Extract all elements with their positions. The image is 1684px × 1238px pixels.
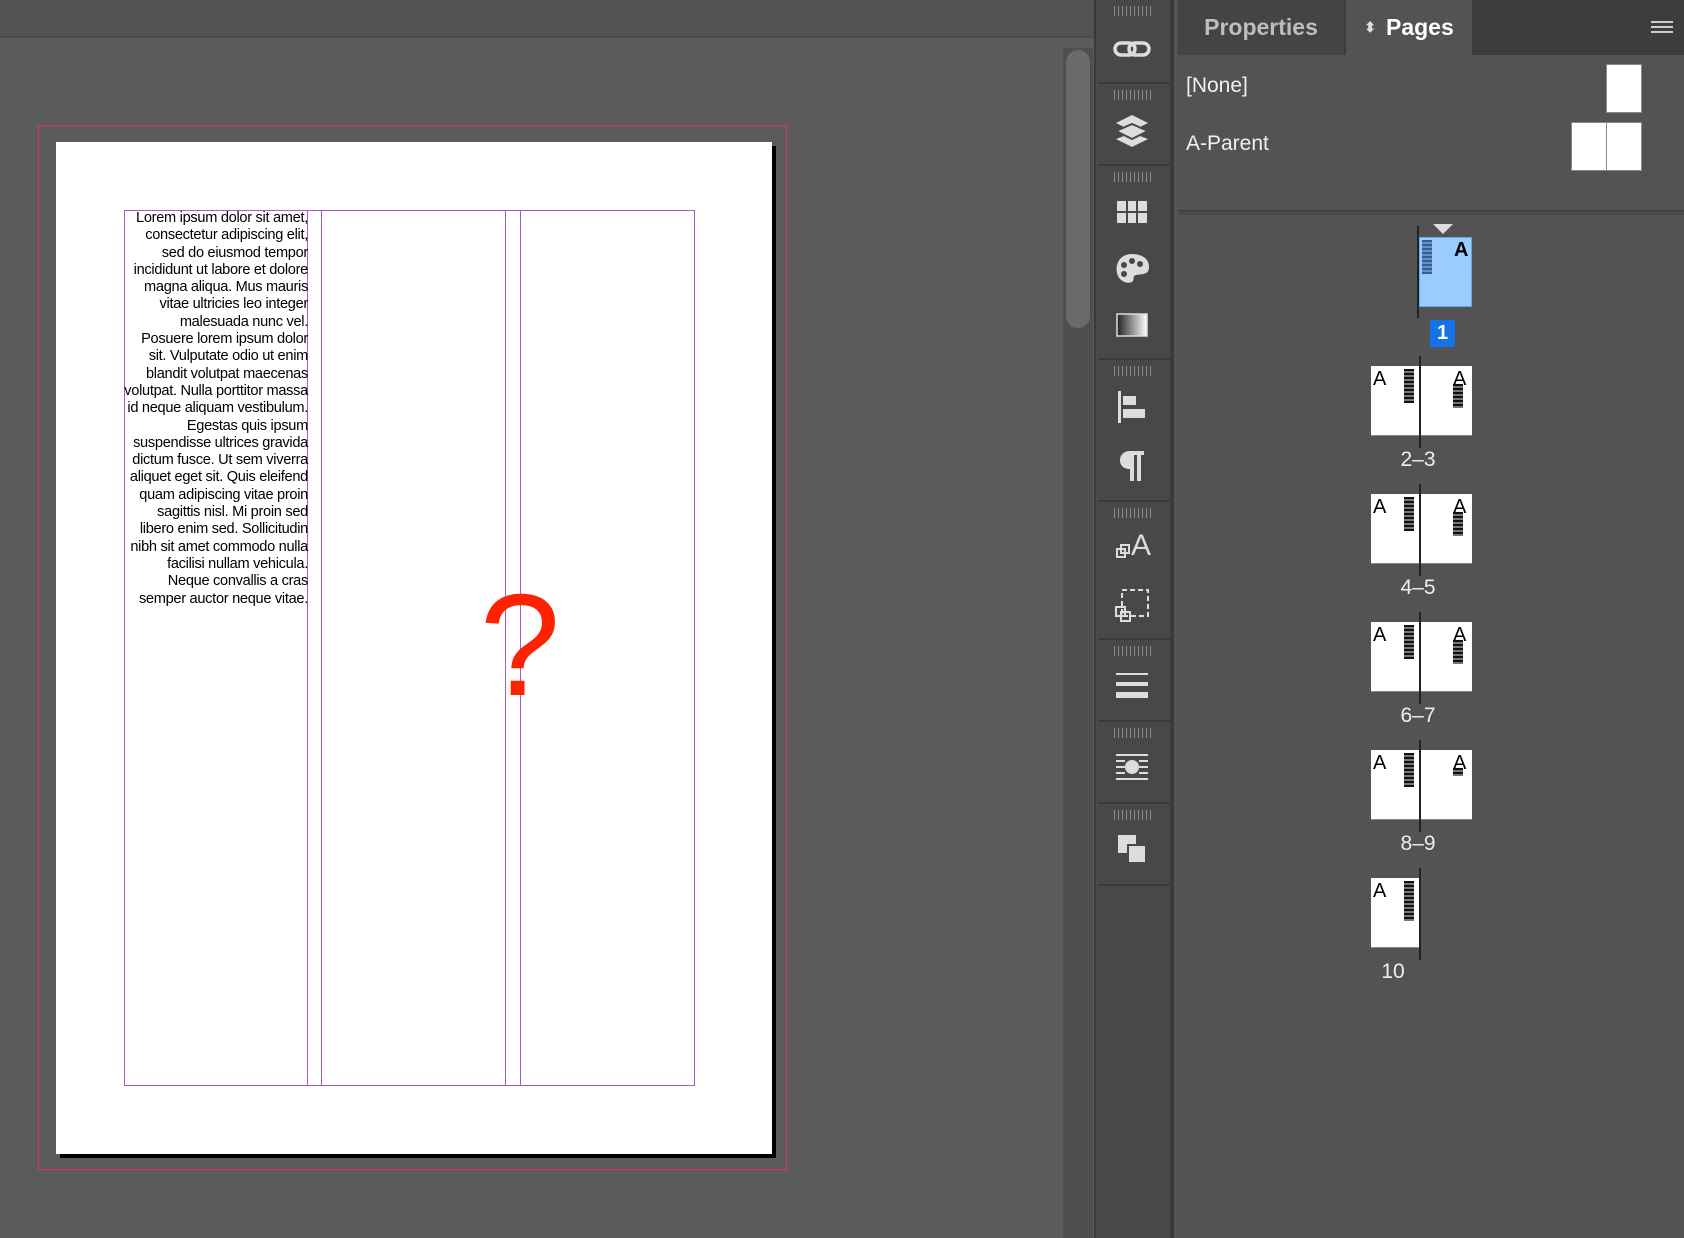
- tab-pages[interactable]: ⬍ Pages: [1346, 0, 1472, 55]
- pathfinder-icon[interactable]: [1096, 824, 1168, 874]
- parent-none-row[interactable]: [None]: [1178, 60, 1684, 116]
- question-mark-overlay: ?: [479, 564, 561, 726]
- spread-label: 8–9: [1400, 832, 1436, 855]
- spine-line: [1417, 226, 1419, 318]
- tab-properties[interactable]: Properties: [1178, 0, 1344, 55]
- grip-handle[interactable]: [1114, 810, 1154, 820]
- left-parent-letter: A: [1373, 752, 1387, 774]
- left-parent-letter: A: [1373, 368, 1387, 390]
- page-1-text-preview: [1422, 240, 1432, 274]
- paragraph-icon[interactable]: [1096, 440, 1168, 490]
- document-canvas[interactable]: Lorem ipsum dolor sit amet, consectetur …: [0, 0, 1094, 1238]
- parent-none-thumb: [1606, 64, 1642, 113]
- grip-handle[interactable]: [1114, 646, 1154, 656]
- grip-handle[interactable]: [1114, 172, 1154, 182]
- right-text-preview: [1453, 384, 1463, 408]
- updown-chevron-icon: ⬍: [1364, 19, 1376, 35]
- align-icon[interactable]: [1096, 382, 1168, 432]
- left-parent-letter: A: [1373, 496, 1387, 518]
- left-text-preview: [1404, 625, 1414, 659]
- page-10-text-preview: [1404, 881, 1414, 921]
- tab-pages-label: Pages: [1385, 14, 1454, 40]
- page-10-parent-letter: A: [1373, 880, 1387, 902]
- grip-handle[interactable]: [1114, 6, 1154, 16]
- panel-icon-strip: A: [1094, 0, 1174, 1238]
- panel-menu-icon[interactable]: [1640, 0, 1684, 55]
- character-styles-icon[interactable]: A: [1096, 522, 1168, 572]
- grip-handle[interactable]: [1114, 366, 1154, 376]
- current-page-indicator-icon: [1433, 224, 1453, 234]
- parent-none-label: [None]: [1186, 74, 1248, 97]
- left-parent-letter: A: [1373, 624, 1387, 646]
- right-text-preview: [1453, 512, 1463, 536]
- right-text-preview: [1453, 768, 1463, 776]
- grip-handle[interactable]: [1114, 728, 1154, 738]
- vertical-scrollbar-thumb[interactable]: [1066, 50, 1090, 328]
- stroke-icon[interactable]: [1096, 660, 1168, 710]
- column-gutter-guide: [307, 210, 322, 1086]
- left-text-preview: [1404, 753, 1414, 787]
- spread-label: 4–5: [1400, 576, 1436, 599]
- links-icon[interactable]: [1096, 24, 1168, 74]
- text-wrap-icon[interactable]: [1096, 742, 1168, 792]
- spread-label: 6–7: [1400, 704, 1436, 727]
- spread-label: 10: [1381, 960, 1405, 983]
- grip-handle[interactable]: [1114, 90, 1154, 100]
- panel-tab-bar: Properties ⬍ Pages: [1178, 0, 1684, 55]
- page-1-number-badge[interactable]: 1: [1430, 320, 1455, 347]
- layers-icon[interactable]: [1096, 106, 1168, 156]
- tab-properties-label: Properties: [1204, 14, 1318, 40]
- left-text-preview: [1404, 497, 1414, 531]
- pages-panel: Properties ⬍ Pages [None] A-Parent A 1 A…: [1178, 0, 1684, 1238]
- parent-a-row[interactable]: A-Parent: [1178, 118, 1684, 174]
- color-palette-icon[interactable]: [1096, 244, 1168, 294]
- right-text-preview: [1453, 640, 1463, 664]
- canvas-top-bar: [0, 0, 1094, 38]
- parent-a-right-thumb: [1606, 122, 1642, 171]
- gradient-icon[interactable]: [1096, 300, 1168, 350]
- spine-line: [1419, 356, 1421, 448]
- spine-line: [1419, 484, 1421, 576]
- svg-text:A: A: [1131, 529, 1151, 562]
- parent-a-label: A-Parent: [1186, 132, 1269, 155]
- text-frame[interactable]: Lorem ipsum dolor sit amet, consectetur …: [124, 210, 308, 616]
- left-text-preview: [1404, 369, 1414, 403]
- spine-line: [1419, 740, 1421, 832]
- spread-label: 2–3: [1400, 448, 1436, 471]
- swatches-icon[interactable]: [1096, 188, 1168, 238]
- page-1-parent-letter: A: [1454, 239, 1469, 261]
- spine-line: [1419, 612, 1421, 704]
- object-styles-icon[interactable]: [1096, 580, 1168, 630]
- spine-line: [1419, 868, 1421, 960]
- panel-divider: [1178, 210, 1684, 215]
- grip-handle[interactable]: [1114, 508, 1154, 518]
- parent-a-left-thumb: [1571, 122, 1607, 171]
